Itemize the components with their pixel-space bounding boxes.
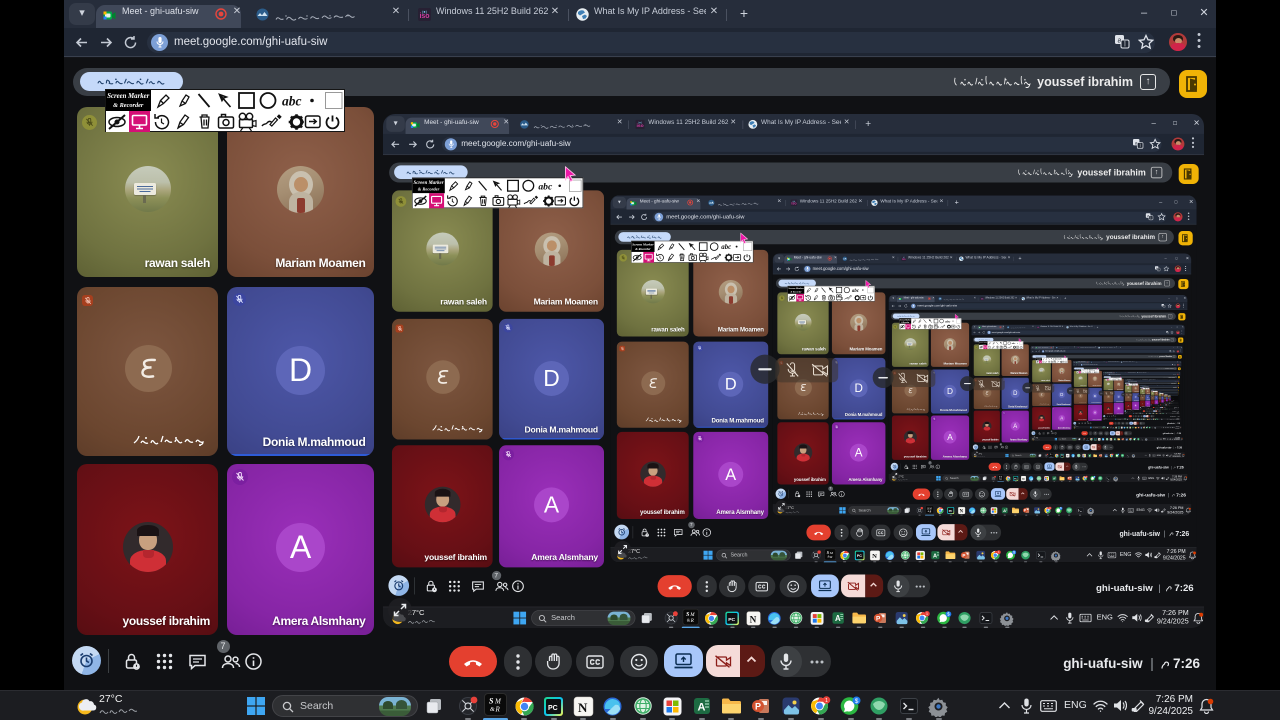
svg-text:A: A [1002,508,1005,513]
svg-text:(●): (●) [638,120,642,124]
svg-text:abc: abc [1133,383,1135,385]
svg-text:A: A [932,553,936,559]
svg-text:1: 1 [1048,507,1049,509]
svg-text:A: A [1052,476,1054,480]
svg-text:N: N [1021,476,1024,480]
svg-text:abc: abc [1010,341,1014,344]
svg-text:A: A [834,614,840,623]
svg-text:&: & [490,707,495,713]
svg-text:abc: abc [1145,387,1146,388]
svg-text:$: $ [854,698,858,705]
svg-text:R: R [1130,418,1131,419]
svg-text:P: P [1067,478,1069,480]
svg-text:abc: abc [538,181,553,192]
svg-text:1: 1 [997,551,999,554]
svg-text:N: N [578,700,588,715]
svg-text:a: a [1155,266,1157,269]
svg-text:a: a [1134,140,1137,146]
svg-text:S: S [926,506,928,510]
svg-text:1: 1 [1143,426,1144,427]
svg-text:PC: PC [1117,426,1118,428]
svg-text:S: S [1049,453,1050,455]
svg-text:a: a [1146,214,1148,218]
svg-text:a: a [1165,331,1166,333]
svg-text:a: a [1161,304,1162,306]
svg-text:P: P [961,553,964,558]
svg-text:iso: iso [1076,346,1078,347]
svg-text:P: P [1098,455,1100,457]
svg-text:N: N [1120,426,1121,427]
svg-text:abc: abc [851,288,859,293]
svg-text:&: & [927,511,929,513]
svg-text:أ: أ [1139,142,1140,148]
svg-text:abc: abc [720,244,730,251]
svg-text:A: A [1113,437,1114,440]
svg-text:P: P [1023,508,1026,512]
svg-text:PC: PC [728,616,735,622]
svg-text:P: P [1136,426,1137,428]
svg-text:S: S [998,476,1000,478]
svg-text:1: 1 [926,612,928,616]
svg-text:(●): (●) [422,9,428,14]
svg-text:abc: abc [1092,369,1094,371]
svg-text:A: A [697,702,705,714]
svg-text:N: N [1065,454,1067,457]
svg-text:a: a [1168,350,1169,352]
svg-text:N: N [958,509,962,514]
svg-text:P: P [1120,438,1121,440]
svg-text:N: N [749,615,756,625]
svg-text:أ: أ [1150,215,1151,220]
svg-text:$: $ [1059,507,1061,510]
svg-text:N: N [1097,438,1099,440]
svg-text:A: A [1144,418,1145,419]
svg-text:R: R [689,619,693,624]
svg-text:N: N [871,553,876,560]
svg-text:&: & [826,554,829,558]
svg-text:PC: PC [548,705,558,712]
svg-text:PC: PC [1013,478,1016,480]
svg-text:PC: PC [948,509,952,512]
svg-text:A: A [1131,426,1132,428]
svg-text:$: $ [1012,550,1014,554]
svg-text:S: S [489,697,494,706]
svg-text:P: P [875,615,880,622]
svg-text:abc: abc [282,93,302,108]
svg-text:P: P [755,702,761,712]
svg-text:(●): (●) [792,201,795,203]
svg-text:iso: iso [419,13,429,20]
svg-text:PC: PC [856,554,861,558]
svg-text:(●): (●) [1077,346,1078,347]
svg-text:R: R [495,706,501,714]
svg-text:abc: abc [944,319,950,323]
svg-text:$: $ [946,612,949,617]
svg-text:M: M [494,698,502,706]
svg-text:&: & [686,617,690,622]
svg-text:1: 1 [825,698,828,704]
